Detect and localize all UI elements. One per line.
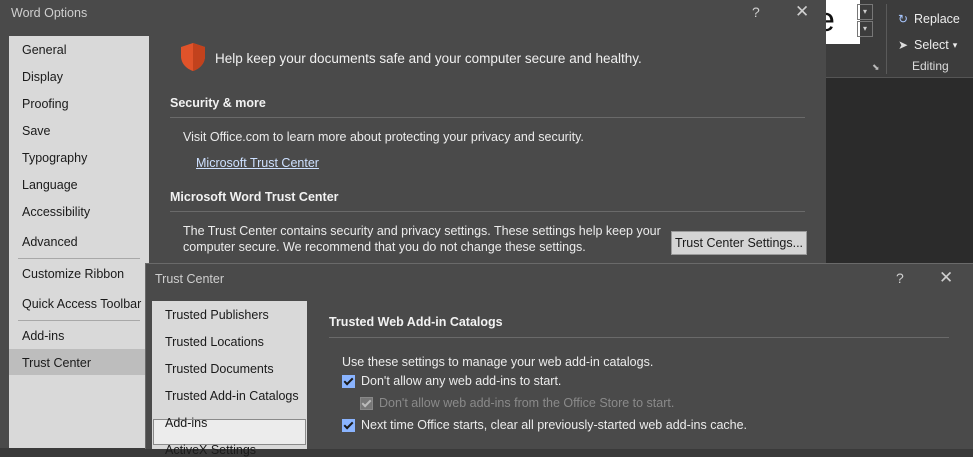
trust-center-settings-button[interactable]: Trust Center Settings... [671,231,807,255]
nav-item-trusted-add-in-catalogs[interactable]: Trusted Add-in Catalogs [165,389,299,403]
microsoft-trust-center-link[interactable]: Microsoft Trust Center [196,156,319,170]
nav-item-trusted-publishers[interactable]: Trusted Publishers [165,308,269,322]
block-web-addins-checkbox[interactable] [342,374,355,388]
nav-item-display[interactable]: Display [22,70,63,84]
checkbox-label: Don't allow any web add-ins to start. [361,374,562,388]
checkbox-label: Don't allow web add-ins from the Office … [379,396,675,410]
help-button[interactable]: ? [896,270,904,286]
section-heading: Trusted Web Add-in Catalogs [329,315,503,329]
trust-center-nav: Trusted Publishers Trusted Locations Tru… [152,301,307,457]
nav-item-trust-center[interactable]: Trust Center [22,356,91,370]
close-button[interactable]: ✕ [795,2,809,22]
replace-icon: ↻ [897,12,909,26]
page-headline: Help keep your documents safe and your c… [215,51,642,66]
chevron-down-icon: ▾ [952,39,958,50]
section-description: Use these settings to manage your web ad… [342,355,654,369]
trust-center-section-title: Microsoft Word Trust Center [170,190,339,204]
block-web-addins-option[interactable]: Don't allow any web add-ins to start. [342,374,561,388]
select-button[interactable]: ➤ Select ▾ [896,38,957,52]
block-store-addins-option: Don't allow web add-ins from the Office … [360,396,674,410]
nav-item-activex-settings[interactable]: ActiveX Settings [165,443,256,457]
trust-center-dialog: Trust Center ? ✕ Trusted Publishers Trus… [145,263,973,457]
nav-item-accessibility[interactable]: Accessibility [22,205,90,219]
nav-item-typography[interactable]: Typography [22,151,87,165]
trust-center-text-line-2: computer secure. We recommend that you d… [183,240,586,254]
editing-group-label: Editing [912,59,949,73]
document-area [826,77,973,268]
nav-divider [18,258,140,259]
select-label: Select [914,38,949,52]
trust-center-text-line-1: The Trust Center contains security and p… [183,224,661,238]
section-divider [329,337,949,338]
nav-item-quick-access-toolbar[interactable]: Quick Access Toolbar [22,297,141,311]
nav-item-language[interactable]: Language [22,178,78,192]
help-button[interactable]: ? [752,4,760,20]
shield-icon [181,43,205,71]
security-text: Visit Office.com to learn more about pro… [183,130,584,144]
nav-item-general[interactable]: General [22,43,66,57]
styles-gallery-scroll[interactable]: ▾ ▾ [857,4,873,50]
nav-divider [18,320,140,321]
dialog-launcher-icon[interactable]: ⬊ [872,62,880,73]
nav-item-advanced[interactable]: Advanced [22,235,78,249]
nav-item-add-ins[interactable]: Add-ins [165,416,207,430]
nav-item-customize-ribbon[interactable]: Customize Ribbon [22,267,124,281]
security-section-title: Security & more [170,96,266,110]
checkbox-label: Next time Office starts, clear all previ… [361,418,748,432]
clear-cache-option[interactable]: Next time Office starts, clear all previ… [342,418,747,432]
block-store-addins-checkbox [360,396,373,410]
nav-item-trusted-locations[interactable]: Trusted Locations [165,335,264,349]
options-nav: General Display Proofing Save Typography… [9,36,149,448]
nav-item-save[interactable]: Save [22,124,51,138]
nav-item-proofing[interactable]: Proofing [22,97,69,111]
ribbon-separator [886,4,887,74]
replace-label: Replace [914,12,960,26]
cursor-icon: ➤ [897,38,909,52]
nav-item-trusted-documents[interactable]: Trusted Documents [165,362,274,376]
section-divider [170,211,805,212]
section-divider [170,117,805,118]
dialog-title: Word Options [11,6,88,20]
scroll-down-icon[interactable]: ▾ [857,4,873,20]
nav-item-add-ins[interactable]: Add-ins [22,329,64,343]
replace-button[interactable]: ↻ Replace [896,12,960,26]
close-button[interactable]: ✕ [939,268,953,288]
dialog-title: Trust Center [155,272,225,286]
clear-cache-checkbox[interactable] [342,418,355,432]
gallery-more-icon[interactable]: ▾ [857,21,873,37]
